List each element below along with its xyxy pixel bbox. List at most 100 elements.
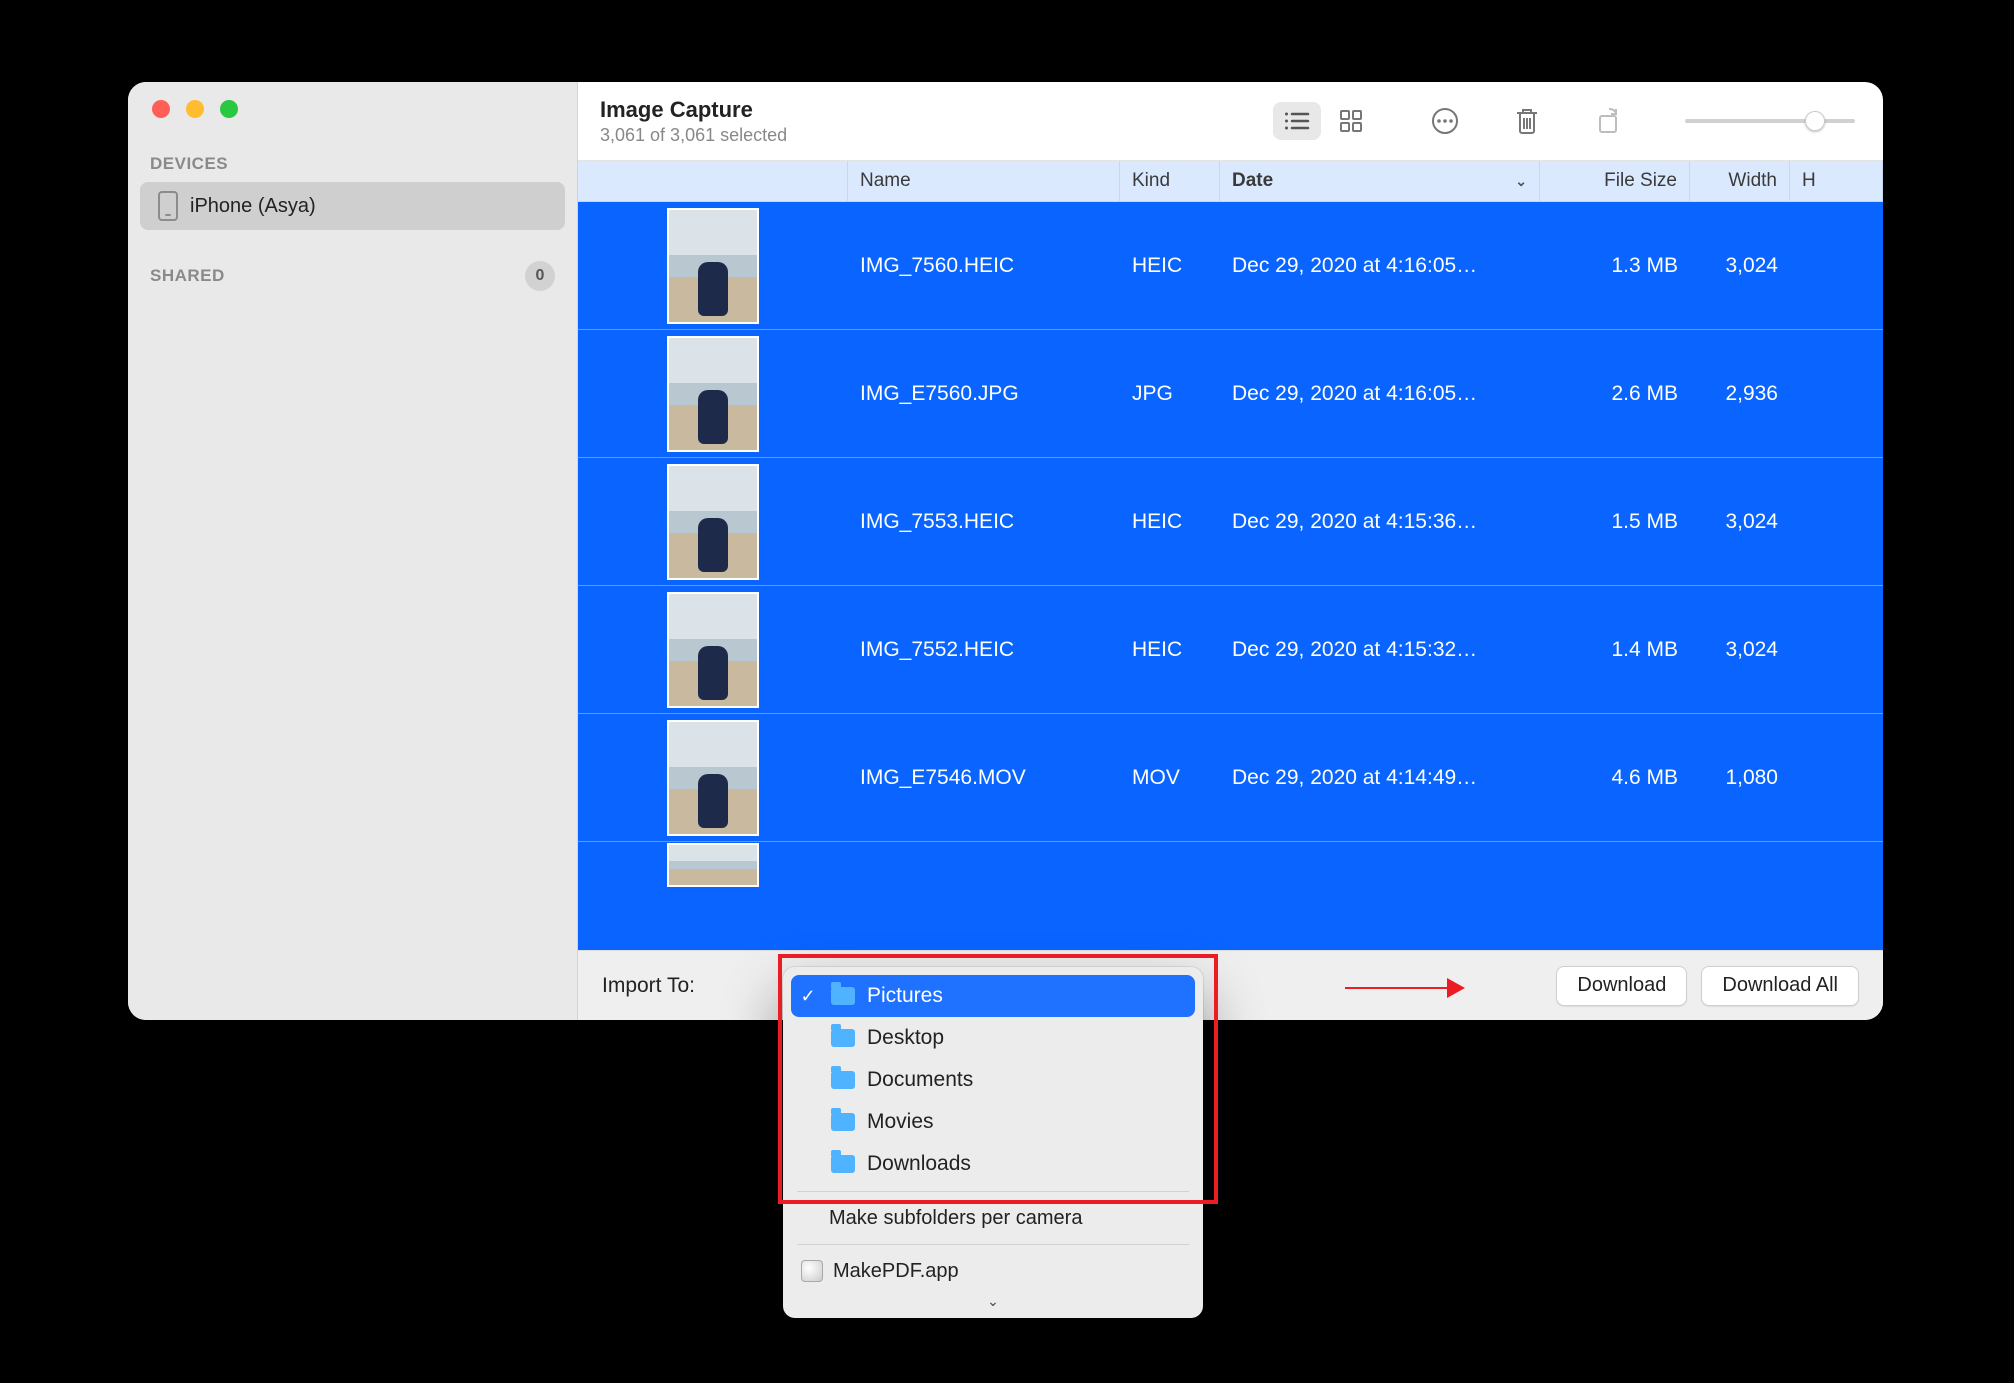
column-thumbnail[interactable] xyxy=(578,161,848,201)
import-to-dropdown[interactable]: ✓ Pictures ✓ Desktop ✓ Documents ✓ Movie… xyxy=(783,967,1203,1318)
menu-item-label: Movies xyxy=(867,1110,934,1134)
cell-name: IMG_7553.HEIC xyxy=(848,510,1120,534)
cell-width: 3,024 xyxy=(1690,638,1790,662)
thumbnail xyxy=(667,464,759,580)
menu-more-indicator[interactable]: ⌄ xyxy=(783,1291,1203,1312)
thumbnail xyxy=(667,336,759,452)
menu-item-desktop[interactable]: ✓ Desktop xyxy=(783,1017,1203,1059)
toolbar: Image Capture 3,061 of 3,061 selected xyxy=(578,82,1883,160)
sidebar-shared-label: SHARED xyxy=(150,266,225,286)
table-row[interactable]: IMG_E7560.JPG JPG Dec 29, 2020 at 4:16:0… xyxy=(578,330,1883,458)
column-width[interactable]: Width xyxy=(1690,161,1790,201)
fullscreen-window-button[interactable] xyxy=(220,100,238,118)
menu-item-documents[interactable]: ✓ Documents xyxy=(783,1059,1203,1101)
cell-width: 2,936 xyxy=(1690,382,1790,406)
slider-knob[interactable] xyxy=(1805,111,1825,131)
close-window-button[interactable] xyxy=(152,100,170,118)
chevron-down-icon: ⌄ xyxy=(1515,173,1527,190)
annotation-arrow xyxy=(1345,978,1465,998)
cell-size: 1.4 MB xyxy=(1540,638,1690,662)
file-table: Name Kind Date ⌄ File Size Width H IMG_7… xyxy=(578,160,1883,950)
sidebar: DEVICES iPhone (Asya) SHARED 0 xyxy=(128,82,578,1020)
phone-icon xyxy=(158,191,178,221)
selection-subtitle: 3,061 of 3,061 selected xyxy=(600,125,787,146)
cell-size: 1.5 MB xyxy=(1540,510,1690,534)
menu-item-label: Desktop xyxy=(867,1026,944,1050)
more-icon xyxy=(1431,107,1459,135)
menu-item-label: Pictures xyxy=(867,984,943,1008)
import-to-label: Import To: xyxy=(602,974,695,998)
folder-icon xyxy=(831,1071,855,1089)
menu-separator xyxy=(797,1244,1189,1245)
table-header: Name Kind Date ⌄ File Size Width H xyxy=(578,160,1883,202)
download-button[interactable]: Download xyxy=(1556,966,1687,1006)
trash-icon xyxy=(1514,107,1540,135)
delete-button[interactable] xyxy=(1503,102,1551,140)
table-row[interactable] xyxy=(578,842,1883,888)
grid-view-button[interactable] xyxy=(1327,102,1375,140)
rotate-icon xyxy=(1595,107,1623,135)
checkmark-icon: ✓ xyxy=(797,986,819,1007)
cell-name: IMG_7552.HEIC xyxy=(848,638,1120,662)
cell-width: 1,080 xyxy=(1690,766,1790,790)
sidebar-device-row[interactable]: iPhone (Asya) xyxy=(140,182,565,230)
column-date[interactable]: Date ⌄ xyxy=(1220,161,1540,201)
cell-kind: MOV xyxy=(1120,766,1220,790)
table-row[interactable]: IMG_E7546.MOV MOV Dec 29, 2020 at 4:14:4… xyxy=(578,714,1883,842)
folder-icon xyxy=(831,987,855,1005)
cell-size: 2.6 MB xyxy=(1540,382,1690,406)
grid-icon xyxy=(1339,109,1363,133)
cell-kind: HEIC xyxy=(1120,254,1220,278)
cell-kind: HEIC xyxy=(1120,638,1220,662)
cell-date: Dec 29, 2020 at 4:15:36… xyxy=(1220,510,1540,534)
cell-date: Dec 29, 2020 at 4:16:05… xyxy=(1220,382,1540,406)
rotate-button[interactable] xyxy=(1585,102,1633,140)
cell-kind: HEIC xyxy=(1120,510,1220,534)
main-panel: Image Capture 3,061 of 3,061 selected xyxy=(578,82,1883,1020)
chevron-down-icon: ⌄ xyxy=(987,1293,999,1310)
thumbnail xyxy=(667,208,759,324)
view-mode-segment xyxy=(1269,98,1379,144)
sidebar-device-name: iPhone (Asya) xyxy=(190,195,316,218)
column-kind[interactable]: Kind xyxy=(1120,161,1220,201)
cell-date: Dec 29, 2020 at 4:15:32… xyxy=(1220,638,1540,662)
table-row[interactable]: IMG_7560.HEIC HEIC Dec 29, 2020 at 4:16:… xyxy=(578,202,1883,330)
sidebar-shared-row[interactable]: SHARED 0 xyxy=(128,252,577,300)
menu-item-label: Downloads xyxy=(867,1152,971,1176)
column-height[interactable]: H xyxy=(1790,161,1883,201)
menu-item-pictures[interactable]: ✓ Pictures xyxy=(791,975,1195,1017)
cell-width: 3,024 xyxy=(1690,254,1790,278)
cell-size: 4.6 MB xyxy=(1540,766,1690,790)
cell-date: Dec 29, 2020 at 4:16:05… xyxy=(1220,254,1540,278)
menu-item-downloads[interactable]: ✓ Downloads xyxy=(783,1143,1203,1185)
menu-item-subfolders[interactable]: Make subfolders per camera xyxy=(783,1198,1203,1238)
app-icon xyxy=(801,1260,823,1282)
column-name[interactable]: Name xyxy=(848,161,1120,201)
menu-item-label: Documents xyxy=(867,1068,973,1092)
footer-bar: Import To: Download Download All xyxy=(578,950,1883,1020)
table-row[interactable]: IMG_7553.HEIC HEIC Dec 29, 2020 at 4:15:… xyxy=(578,458,1883,586)
cell-name: IMG_E7546.MOV xyxy=(848,766,1120,790)
app-title: Image Capture xyxy=(600,97,787,123)
sidebar-devices-label: DEVICES xyxy=(128,148,577,182)
menu-separator xyxy=(797,1191,1189,1192)
cell-kind: JPG xyxy=(1120,382,1220,406)
table-body: IMG_7560.HEIC HEIC Dec 29, 2020 at 4:16:… xyxy=(578,202,1883,950)
cell-name: IMG_E7560.JPG xyxy=(848,382,1120,406)
menu-item-movies[interactable]: ✓ Movies xyxy=(783,1101,1203,1143)
thumbnail xyxy=(667,843,759,887)
column-file-size[interactable]: File Size xyxy=(1540,161,1690,201)
thumbnail xyxy=(667,592,759,708)
shared-count-badge: 0 xyxy=(525,261,555,291)
menu-item-app[interactable]: MakePDF.app xyxy=(783,1251,1203,1291)
cell-size: 1.3 MB xyxy=(1540,254,1690,278)
minimize-window-button[interactable] xyxy=(186,100,204,118)
thumbnail-zoom-slider[interactable] xyxy=(1685,119,1855,123)
list-view-button[interactable] xyxy=(1273,102,1321,140)
more-options-button[interactable] xyxy=(1421,102,1469,140)
menu-item-label: Make subfolders per camera xyxy=(829,1207,1082,1230)
table-row[interactable]: IMG_7552.HEIC HEIC Dec 29, 2020 at 4:15:… xyxy=(578,586,1883,714)
window-controls xyxy=(128,100,577,118)
download-all-button[interactable]: Download All xyxy=(1701,966,1859,1006)
menu-item-label: MakePDF.app xyxy=(833,1260,959,1283)
